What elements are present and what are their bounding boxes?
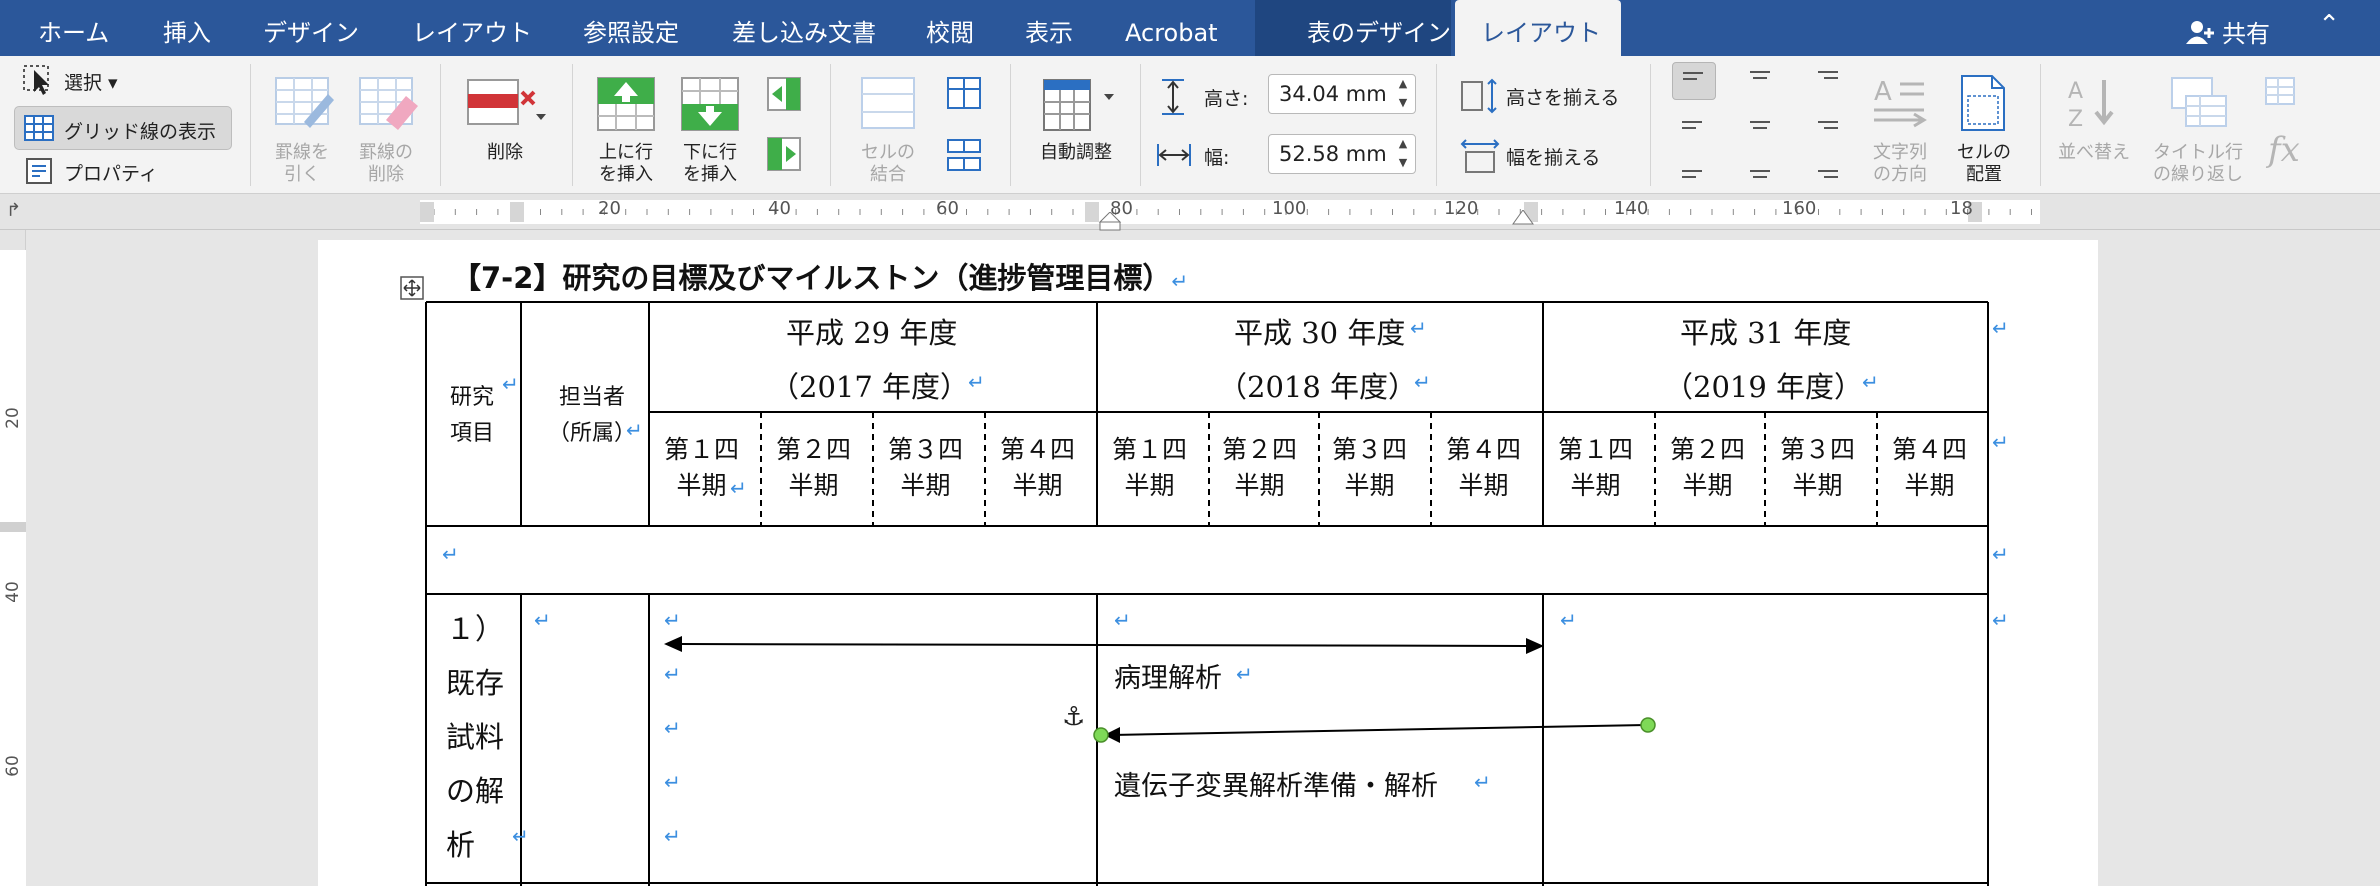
- arrow-end-handle[interactable]: [1640, 717, 1656, 733]
- milestone-arrows: [664, 636, 1656, 743]
- pathology-arrow[interactable]: [664, 636, 1544, 654]
- gene-analysis-arrow[interactable]: [1093, 717, 1656, 743]
- arrow-start-handle[interactable]: [1093, 727, 1109, 743]
- anchor-icon[interactable]: ⚓: [1062, 702, 1085, 732]
